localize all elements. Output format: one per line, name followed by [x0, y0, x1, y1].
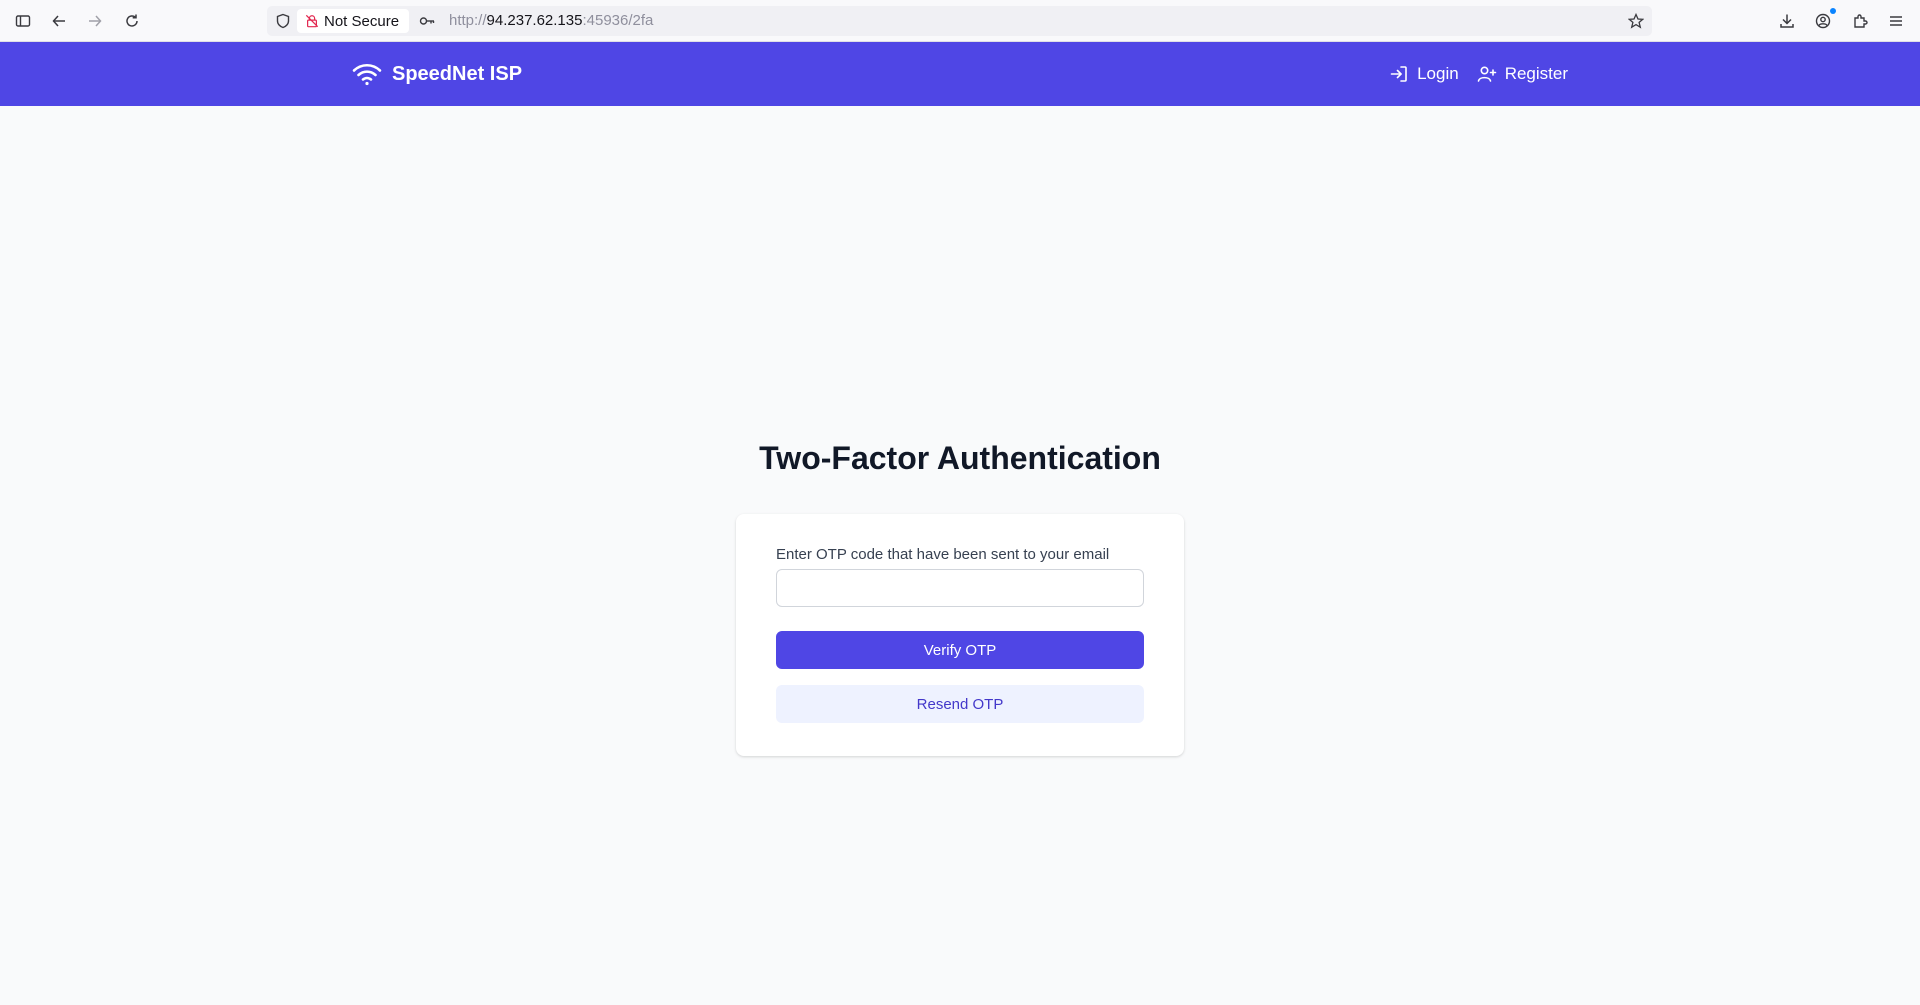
- shield-icon[interactable]: [275, 13, 291, 29]
- sidebar-toggle-icon[interactable]: [11, 9, 35, 33]
- login-label: Login: [1417, 64, 1459, 83]
- reload-icon[interactable]: [120, 9, 144, 33]
- account-icon[interactable]: [1811, 8, 1836, 33]
- browser-toolbar: Not Secure http://94.237.62.135:45936/2f…: [0, 0, 1920, 42]
- brand-logo[interactable]: SpeedNet ISP: [352, 42, 522, 106]
- notification-dot: [1830, 8, 1836, 14]
- url-path: :45936/2fa: [582, 12, 654, 29]
- forward-arrow-icon[interactable]: [83, 9, 107, 33]
- otp-input[interactable]: [776, 569, 1144, 607]
- downloads-icon[interactable]: [1775, 9, 1799, 33]
- url-text[interactable]: http://94.237.62.135:45936/2fa: [449, 12, 653, 29]
- security-indicator[interactable]: Not Secure: [297, 9, 409, 33]
- site-navbar: SpeedNet ISP Login Register: [0, 42, 1920, 106]
- back-arrow-icon[interactable]: [47, 9, 71, 33]
- address-bar[interactable]: Not Secure http://94.237.62.135:45936/2f…: [267, 6, 1652, 36]
- security-label: Not Secure: [324, 12, 400, 30]
- bookmark-star-icon[interactable]: [1628, 13, 1644, 29]
- menu-icon[interactable]: [1884, 9, 1908, 33]
- verify-otp-button[interactable]: Verify OTP: [776, 631, 1144, 669]
- login-link[interactable]: Login: [1389, 64, 1459, 84]
- nav-links: Login Register: [1389, 42, 1568, 106]
- key-icon[interactable]: [419, 13, 435, 29]
- extensions-icon[interactable]: [1848, 9, 1872, 33]
- add-user-icon: [1477, 66, 1496, 82]
- insecure-lock-icon: [305, 14, 319, 28]
- resend-otp-button[interactable]: Resend OTP: [776, 685, 1144, 723]
- wifi-icon: [352, 63, 382, 86]
- page-title: Two-Factor Authentication: [759, 440, 1161, 476]
- url-host: 94.237.62.135: [486, 12, 583, 29]
- otp-label: Enter OTP code that have been sent to yo…: [776, 546, 1110, 563]
- otp-card: Enter OTP code that have been sent to yo…: [736, 514, 1184, 756]
- url-scheme: http://: [449, 12, 487, 29]
- register-label: Register: [1504, 64, 1568, 83]
- login-icon: [1390, 66, 1407, 82]
- register-link[interactable]: Register: [1477, 64, 1568, 84]
- brand-name: SpeedNet ISP: [392, 62, 523, 85]
